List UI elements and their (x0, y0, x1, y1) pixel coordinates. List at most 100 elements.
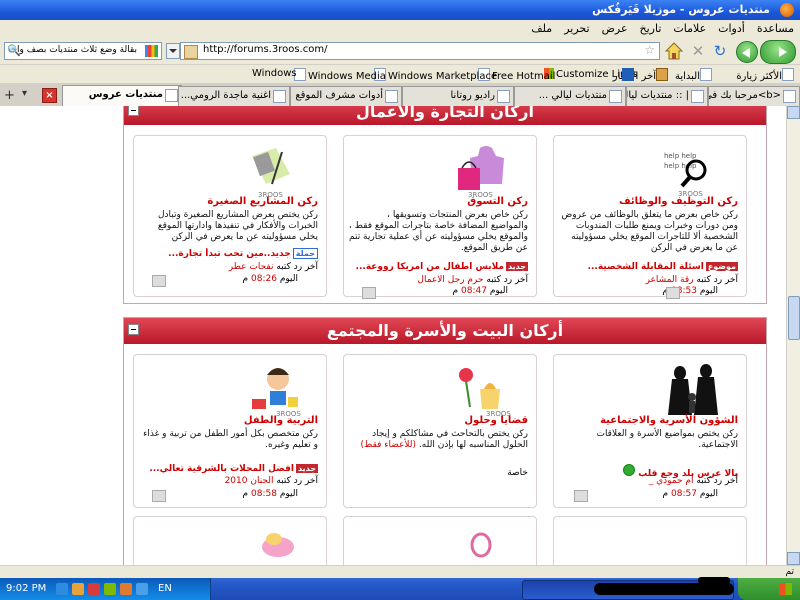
tray-app-icon[interactable] (120, 583, 132, 595)
home-icon[interactable] (664, 41, 684, 61)
tab-favicon-icon (273, 90, 286, 103)
bookmark-windows[interactable]: Windows (252, 68, 297, 79)
url-text: http://forums.3roos.com/ (203, 44, 328, 55)
goto-last-post-icon[interactable] (362, 287, 376, 299)
back-button[interactable] (760, 40, 796, 64)
tab-rotana-radio[interactable]: راديو روتانا (402, 86, 514, 106)
menu-bar: ملف تحرير عرض تاريخ علامات أدوات مساعدة (0, 20, 800, 39)
security-icon[interactable] (88, 583, 100, 595)
scroll-thumb[interactable] (788, 296, 800, 340)
url-dropdown-button[interactable] (166, 43, 180, 59)
google-icon (385, 90, 398, 103)
last-post-link[interactable]: جملةجديد..مين تحب تبدأ تجارة... (138, 248, 318, 259)
firefox-icon (780, 3, 794, 17)
close-tab-icon[interactable]: × (42, 88, 57, 103)
forum-title[interactable]: ركن التسوق (352, 196, 528, 207)
bookmark-star-icon[interactable]: ☆ (644, 43, 655, 57)
last-post-link[interactable]: موضوعأسئلة المقابلة الشخصية... (558, 262, 738, 272)
menu-help[interactable]: مساعدة (757, 22, 794, 35)
tray-app-icon[interactable] (136, 583, 148, 595)
page-content: أركان التجارة والأعمال help help help hel… (0, 106, 787, 565)
forum-title[interactable]: التربية والطفل (142, 415, 318, 426)
last-post-time: اليوم 08:26 م (242, 274, 298, 284)
forum-description: ركن يختص بعرض المشاريع الصغيرة وتبادل ال… (157, 210, 318, 242)
forum-title[interactable]: قضايا وحلول (352, 415, 528, 426)
url-bar[interactable]: http://forums.3roos.com/ ☆ (180, 42, 660, 60)
forum-title[interactable]: ركن التوظيف والوظائف (562, 196, 738, 207)
forum-card-jobs: help help help help 3ROOS ركن التوظيف والو… (553, 135, 747, 299)
section-title: أركان التجارة والأعمال (356, 106, 534, 121)
last-post-time: اليوم 08:58 م (242, 489, 298, 499)
bookmark-page-icon (700, 68, 712, 81)
bookmark-getting-started[interactable]: البداية (675, 68, 714, 82)
goto-last-post-icon[interactable] (666, 287, 680, 299)
scroll-up-icon[interactable] (787, 106, 800, 119)
menu-history[interactable]: تاريخ (640, 22, 662, 35)
window-title: منتديات عروس - موزيلا فَيَرفُكس (592, 3, 770, 16)
forum-card-small-projects: 3ROOS ركن المشاريع الصغيرة ركن يختص بعرض… (133, 135, 327, 297)
search-icon[interactable]: 🔍 (7, 44, 21, 57)
menu-bookmarks[interactable]: علامات (673, 22, 706, 35)
last-post-link[interactable]: جديدملابس أطفال من امريكا رووعة... (348, 262, 528, 272)
forum-description: ركن يختص بالتحاحث في مشاكلكم و إيجاد الح… (360, 429, 528, 450)
start-button[interactable] (738, 578, 800, 600)
site-favicon-icon (184, 45, 198, 59)
volume-icon[interactable] (72, 583, 84, 595)
reload-icon[interactable]: ↻ (710, 41, 730, 61)
tab-bar: منتديات عروس اغنية ماجدة الرومي... أدوات… (0, 84, 800, 107)
forum-description: ركن خاص بعرض ما يتعلق بالوظائف من عروض و… (561, 210, 738, 253)
svg-text:help help: help help (664, 152, 697, 160)
goto-last-post-icon[interactable] (152, 490, 166, 502)
forum-title[interactable]: ركن المشاريع الصغيرة (142, 196, 318, 207)
tab-webmaster-tools[interactable]: أدوات مشرف الموقع ... (290, 86, 402, 106)
window-titlebar: منتديات عروس - موزيلا فَيَرفُكس (0, 0, 800, 20)
forum-card-parenting: 3ROOS التربية والطفل ركن متخصص بكل أمور … (133, 354, 327, 508)
forum-description: ركن خاص بعرض المنتجات وتسويقها ، والمواض… (348, 210, 528, 253)
tab-favicon-icon (497, 90, 510, 103)
navigation-toolbar: ↻ ✕ http://forums.3roos.com/ ☆ بقالة وضع… (0, 38, 800, 65)
language-indicator[interactable]: EN (158, 583, 172, 594)
page-scrollbar[interactable] (786, 106, 800, 565)
new-tab-icon[interactable]: + (4, 88, 15, 103)
bookmark-windows-media[interactable]: Windows Media (294, 68, 386, 82)
smiley-icon (623, 464, 636, 476)
tab-majida-song[interactable]: اغنية ماجدة الرومي... (178, 86, 290, 106)
forum-card-partial (553, 516, 747, 565)
tab-favicon-icon (165, 89, 178, 102)
section-home-family: أركان البيت والأسرة والمجتمع الشؤون الأس… (123, 317, 767, 565)
menu-view[interactable]: عرض (602, 22, 628, 35)
goto-last-post-icon[interactable] (152, 275, 166, 287)
tab-3roos-forum[interactable]: منتديات عروس (62, 85, 182, 106)
bookmark-most-visited[interactable]: الأكثر زيارة (736, 68, 796, 82)
windows-logo-icon (779, 583, 792, 595)
tab-layali-forum-1[interactable]: منتديات ليالي ... (514, 86, 626, 106)
post-tag: جملة (292, 248, 318, 259)
forum-card-family: الشؤون الأسرية والاجتماعية ركن يختص بموا… (553, 354, 747, 508)
tray-app-icon[interactable] (104, 583, 116, 595)
section-title: أركان البيت والأسرة والمجتمع (326, 321, 564, 340)
menu-edit[interactable]: تحرير (564, 22, 589, 35)
msn-icon[interactable] (622, 68, 636, 82)
forum-title[interactable]: الشؤون الأسرية والاجتماعية (562, 415, 738, 426)
section-business: أركان التجارة والأعمال help help help hel… (123, 106, 767, 304)
tab-list-icon[interactable]: ▾ (22, 88, 27, 99)
scroll-down-icon[interactable] (787, 552, 800, 565)
forum-card-partial (133, 516, 327, 565)
bookmarks-toolbar: الأكثر زيارة البداية آخر الأخبار Customi… (0, 65, 800, 84)
menu-tools[interactable]: أدوات (718, 22, 745, 35)
network-icon[interactable] (56, 583, 68, 595)
last-post-link[interactable]: جديدافضل المحلات بالشرقية تعالي... (138, 464, 318, 474)
menu-file[interactable]: ملف (531, 22, 552, 35)
bookmark-windows-marketplace[interactable]: Windows Marketplace (374, 68, 497, 82)
forum-description: ركن يختص بمواضيع الأسرة و العلاقات الاجت… (596, 429, 738, 450)
tab-layali-forum-2[interactable]: | :: منتديات ليالي (626, 86, 708, 106)
tab-welcome[interactable]: <b>مرحبا بك في لو... (708, 86, 800, 106)
search-input[interactable]: بقالة وضع ثلاث منتديات بصف واحد 🔍 (4, 42, 162, 60)
goto-last-post-icon[interactable] (574, 490, 588, 502)
stop-icon[interactable]: ✕ (688, 41, 708, 61)
forward-button[interactable] (736, 41, 758, 63)
search-engine-icon[interactable] (145, 45, 158, 57)
clock[interactable]: 9:02 PM (6, 583, 46, 594)
tab-favicon-icon (691, 90, 704, 103)
status-bar: تم (0, 565, 800, 579)
